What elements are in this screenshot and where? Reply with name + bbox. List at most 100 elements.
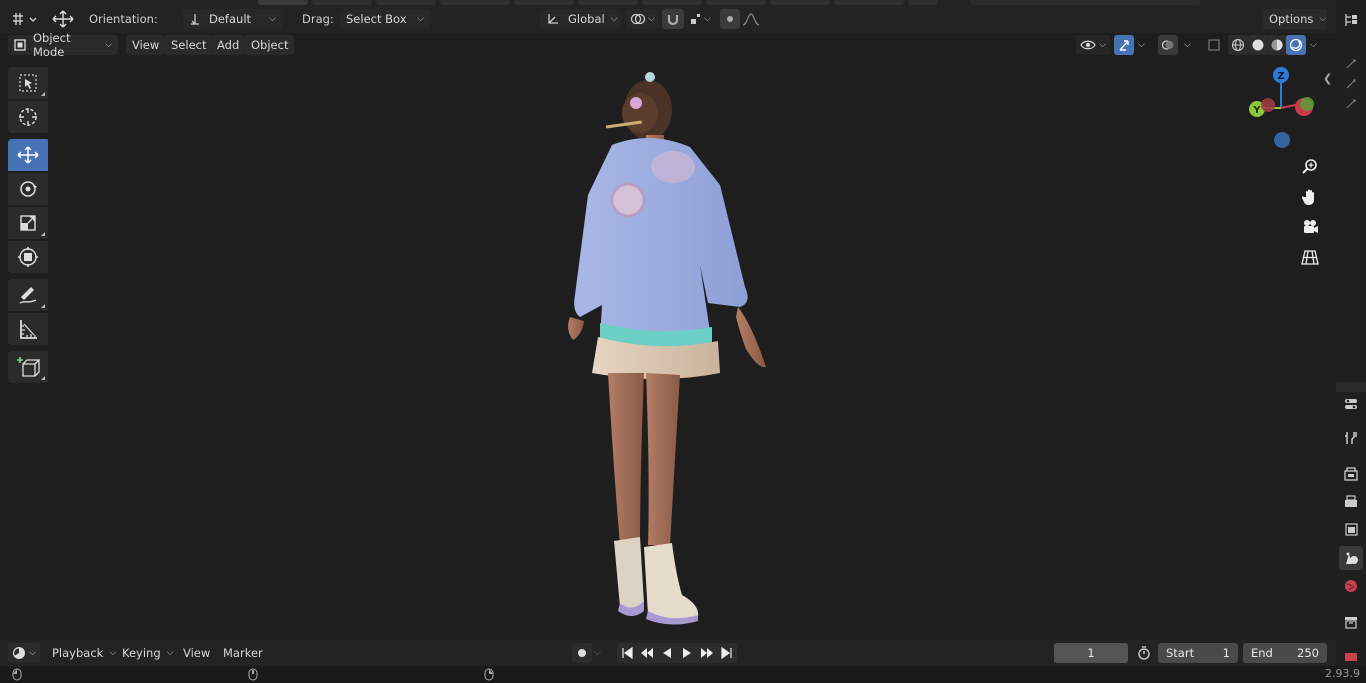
menu-add[interactable]: Add [211,35,246,55]
current-frame-field[interactable]: 1 [1054,643,1128,663]
xray-toggle[interactable] [1204,35,1224,55]
panel-divider [1336,382,1366,392]
sidebar-toggle-icon[interactable]: ❮ [1323,72,1332,85]
zoom-icon[interactable] [1296,152,1324,182]
menu-view[interactable]: View [126,35,166,55]
shading-material-button[interactable] [1267,35,1287,55]
shading-solid-button[interactable] [1248,35,1268,55]
chevron-down-icon: ⌵ [1310,40,1317,50]
world-properties-icon[interactable] [1339,574,1363,598]
menu-select-label: Select [165,35,213,55]
object-mode-icon [14,39,26,51]
view-layer-properties-icon[interactable] [1339,518,1363,542]
current-frame-value: 1 [1054,643,1128,663]
proportional-editing-toggle[interactable] [720,9,740,29]
snap-toggle[interactable] [662,9,684,29]
chevron-down-icon: ⌵ [1138,40,1145,50]
annotate-tool[interactable] [8,279,48,311]
wireframe-sphere-icon [1228,35,1248,55]
jump-to-keyframe-prev-icon[interactable] [637,643,657,663]
drag-dropdown[interactable]: Select Box ⌵ [340,9,430,29]
perspective-grid-icon[interactable] [1296,242,1324,272]
pivot-point-dropdown[interactable]: ⌵ [626,9,658,29]
visibility-dropdown[interactable]: ⌵ [1076,35,1110,55]
viewport-navigation-controls [1296,152,1324,272]
pan-hand-icon[interactable] [1296,182,1324,212]
move-tool[interactable] [8,139,48,171]
menu-playback[interactable]: Playback ⌵ [46,643,122,663]
chevron-down-icon: ⌵ [105,40,112,50]
preview-range-toggle[interactable] [1134,643,1154,663]
tool-submenu-indicator [41,232,45,236]
axis-neg-z-handle[interactable] [1274,132,1290,148]
navigation-gizmo[interactable]: Z Y [1240,62,1320,152]
rendered-sphere-icon [1286,35,1306,55]
gizmo-dropdown[interactable]: ⌵ [1134,35,1149,55]
record-icon [572,643,592,663]
measure-ruler-icon [18,318,38,340]
menu-object[interactable]: Object [245,35,295,55]
render-properties-icon[interactable] [1339,462,1363,486]
gizmo-toggle[interactable] [1114,35,1134,55]
jump-to-keyframe-next-icon[interactable] [697,643,717,663]
transform-tool[interactable] [8,241,48,273]
falloff-dropdown[interactable] [740,9,762,29]
chevron-down-icon: ⌵ [166,648,174,658]
mode-value: Object Mode [33,31,71,59]
menu-marker[interactable]: Marker [217,643,269,663]
menu-timeline-view[interactable]: View [177,643,216,663]
play-reverse-icon[interactable] [657,643,677,663]
version-label: 2.93.9 [1325,667,1360,680]
timeline-editor-type-button[interactable]: ⌵ [8,643,40,663]
scene-properties-icon[interactable] [1339,546,1363,570]
jump-to-start-icon[interactable] [617,643,637,663]
properties-editor-type-icon[interactable] [1339,392,1363,416]
start-frame-label: Start [1166,646,1195,660]
active-tool-move-icon[interactable] [50,9,76,29]
output-properties-icon[interactable] [1339,490,1363,514]
cursor-tool[interactable] [8,101,48,133]
play-icon[interactable] [677,643,697,663]
transform-orientation-dropdown[interactable]: Global ⌵ [540,9,620,29]
tool-settings-header: Orientation: Default ⌵ Drag: Select Box … [0,5,1336,33]
collection-properties-icon[interactable] [1339,610,1363,634]
mode-dropdown[interactable]: Object Mode ⌵ [8,31,118,59]
outliner-editor-icon[interactable] [1339,8,1363,32]
cursor-crosshair-icon [17,106,39,128]
jump-to-end-icon[interactable] [717,643,737,663]
options-dropdown[interactable]: Options ⌵ [1263,9,1327,29]
overlays-toggle[interactable] [1158,35,1178,55]
restrict-toggle-icon[interactable] [1339,92,1363,116]
tool-properties-icon[interactable] [1339,426,1363,450]
keying-set-dropdown[interactable]: ⌵ [594,643,601,663]
character-model[interactable] [540,55,800,630]
end-frame-field[interactable]: End 250 [1243,643,1327,663]
chevron-down-icon: ⌵ [1319,14,1327,24]
axis-neg-y-handle[interactable] [1300,97,1314,111]
solid-sphere-icon [1248,35,1268,55]
shading-rendered-button[interactable] [1286,35,1306,55]
auto-keying-toggle[interactable] [572,643,592,663]
shading-dropdown[interactable]: ⌵ [1306,35,1321,55]
pivot-point-icon [630,12,646,26]
add-cube-tool[interactable] [8,351,48,383]
snap-target-dropdown[interactable]: ⌵ [686,9,714,29]
menu-keying[interactable]: Keying ⌵ [116,643,179,663]
texture-properties-icon[interactable] [1339,648,1363,664]
axis-neg-x-handle[interactable] [1261,98,1275,112]
mouse-middle-icon [248,668,258,681]
menu-select[interactable]: Select [165,35,213,55]
editor-type-button[interactable] [8,9,40,29]
measure-tool[interactable] [8,313,48,345]
start-frame-field[interactable]: Start 1 [1158,643,1238,663]
overlays-dropdown[interactable]: ⌵ [1180,35,1195,55]
chevron-down-icon: ⌵ [1099,40,1106,50]
camera-view-icon[interactable] [1296,212,1324,242]
rotate-tool[interactable] [8,173,48,205]
shading-wireframe-button[interactable] [1228,35,1248,55]
axis-y-label: Y [1252,105,1261,116]
scale-tool[interactable] [8,207,48,239]
select-box-tool[interactable] [8,67,48,99]
orientation-dropdown[interactable]: Default ⌵ [183,9,282,29]
overlays-icon [1158,35,1178,55]
